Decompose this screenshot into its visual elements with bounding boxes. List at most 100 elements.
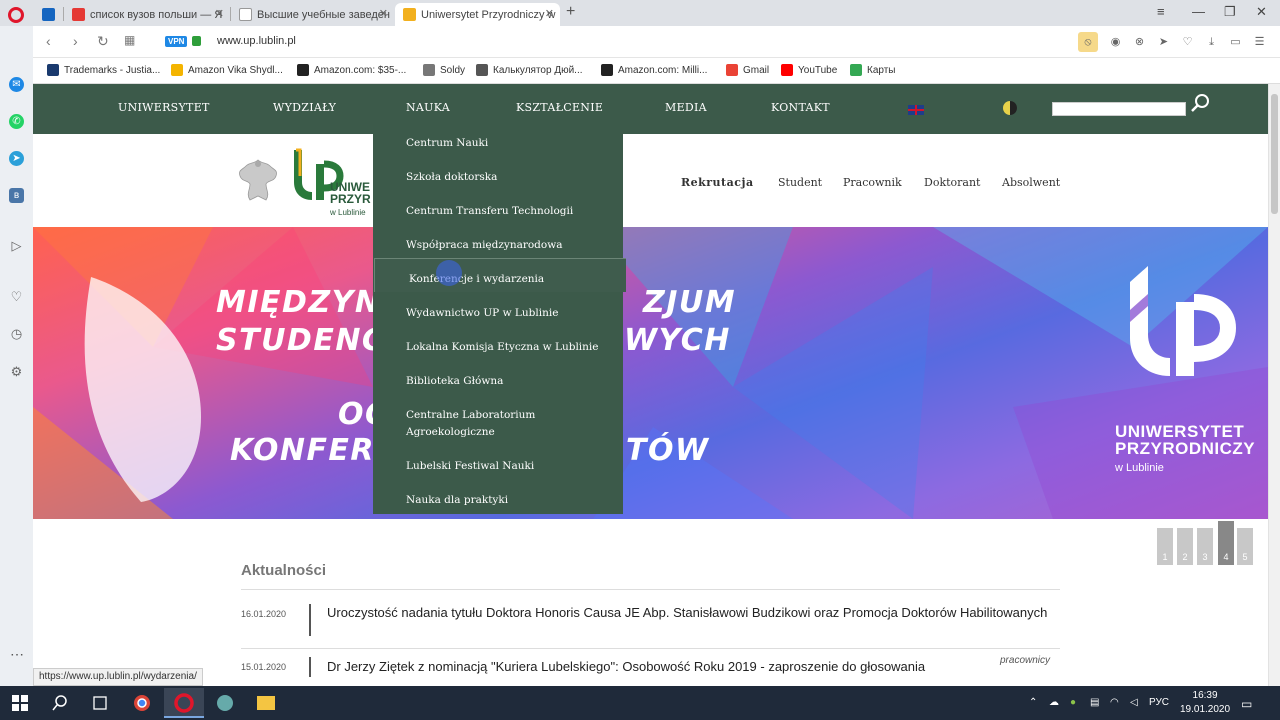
heart-icon[interactable]: ♡ — [1181, 36, 1194, 49]
bookmark-label: Amazon.com: $35-... — [314, 64, 407, 76]
browser-tab-yandex[interactable]: список вузов польши — Я ✕ — [64, 3, 230, 26]
reload-icon[interactable]: ↻ — [97, 33, 109, 50]
minimize-button[interactable]: — — [1192, 4, 1205, 19]
news-item-link[interactable]: Dr Jerzy Ziętek z nominacją "Kuriera Lub… — [327, 659, 997, 675]
telegram-icon[interactable]: ➤ — [9, 151, 24, 166]
forward-icon[interactable]: › — [73, 33, 78, 49]
nav-media[interactable]: MEDIA — [665, 101, 707, 114]
slider-page-3[interactable]: 3 — [1197, 528, 1213, 565]
header-link-absolwent[interactable]: Absolwent — [1002, 176, 1060, 189]
dropdown-item-szkola-doktorska[interactable]: Szkoła doktorska — [406, 169, 606, 186]
news-category-tag[interactable]: pracownicy — [1000, 655, 1050, 666]
taskbar-file-explorer[interactable] — [246, 688, 286, 718]
nav-ksztalcenie[interactable]: KSZTAŁCENIE — [516, 101, 603, 114]
tab-close-icon[interactable]: ✕ — [379, 7, 388, 20]
hero-banner[interactable]: MIĘDZYNA ZJUM STUDENCK WYCH OG KONFERE T… — [33, 227, 1268, 519]
tab-close-icon[interactable]: ✕ — [215, 7, 224, 20]
close-window-button[interactable]: ✕ — [1256, 4, 1267, 20]
tab-close-icon[interactable]: ✕ — [545, 7, 554, 20]
send-icon[interactable]: ➤ — [1157, 36, 1170, 49]
dropdown-item-komisja-etyczna[interactable]: Lokalna Komisja Etyczna w Lublinie — [406, 339, 606, 356]
messenger-icon[interactable]: ✉ — [9, 77, 24, 92]
nav-wydzialy[interactable]: WYDZIAŁY — [273, 101, 336, 114]
search-icon[interactable] — [1190, 93, 1210, 113]
english-flag-icon[interactable] — [908, 105, 924, 115]
dropdown-item-wydawnictwo[interactable]: Wydawnictwo UP w Lublinie — [406, 305, 606, 322]
menu-icon[interactable]: ☰ — [1253, 36, 1266, 49]
bookmark-item[interactable]: Gmail — [726, 64, 769, 76]
header-link-student[interactable]: Student — [778, 176, 822, 189]
dropdown-item-festiwal[interactable]: Lubelski Festiwal Nauki — [406, 458, 606, 475]
dropdown-item-biblioteka[interactable]: Biblioteka Główna — [406, 373, 606, 390]
vpn-badge[interactable]: VPN — [165, 36, 188, 47]
slider-page-4[interactable]: 4 — [1218, 521, 1234, 565]
bookmarks-icon[interactable]: ♡ — [9, 289, 24, 304]
tray-clock[interactable]: 16:39 19.01.2020 — [1180, 689, 1230, 717]
bookmark-item[interactable]: Карты — [850, 64, 896, 76]
tray-wifi-icon[interactable]: ◠ — [1110, 697, 1119, 708]
bookmark-item[interactable]: Amazon.com: $35-... — [297, 64, 406, 76]
bookmark-item[interactable]: Trademarks - Justia... — [47, 64, 160, 76]
search-icon[interactable] — [52, 695, 68, 711]
tray-language[interactable]: РУС — [1149, 697, 1169, 708]
dropdown-item-nauka-praktyki[interactable]: Nauka dla praktyki — [406, 492, 606, 509]
url-field[interactable]: www.up.lublin.pl — [217, 35, 296, 47]
university-website: UNIWERSYTET WYDZIAŁY NAUKA KSZTAŁCENIE M… — [33, 84, 1268, 686]
tray-network-icon[interactable]: ▤ — [1090, 697, 1099, 708]
dropdown-item-centrum-transferu[interactable]: Centrum Transferu Technologii — [406, 203, 606, 220]
flow-icon[interactable]: ▷ — [9, 238, 24, 253]
tray-app-icon[interactable]: ● — [1070, 697, 1076, 708]
taskbar-chrome[interactable] — [122, 688, 162, 718]
bookmark-item[interactable]: YouTube — [781, 64, 837, 76]
tray-onedrive-icon[interactable]: ☁ — [1049, 697, 1059, 708]
browser-tab-up-lublin[interactable]: Uniwersytet Przyrodniczy w ✕ — [395, 3, 560, 26]
dropdown-item-laboratorium[interactable]: Centralne Laboratorium Agroekologiczne — [406, 407, 556, 441]
sidebar-more-icon[interactable]: ⋯ — [10, 646, 24, 663]
notifications-icon[interactable]: ▭ — [1241, 697, 1252, 711]
battery-icon[interactable]: ▭ — [1229, 36, 1242, 49]
nav-nauka[interactable]: NAUKA — [406, 101, 450, 114]
download-icon[interactable]: ⤓ — [1205, 36, 1218, 49]
browser-tab-mail[interactable] — [34, 3, 62, 26]
windows-start-icon[interactable] — [12, 695, 28, 711]
settings-gear-icon[interactable]: ⚙ — [9, 364, 24, 379]
news-item-link[interactable]: Uroczystość nadania tytułu Doktora Honor… — [327, 605, 1060, 621]
header-link-pracownik[interactable]: Pracownik — [843, 176, 902, 189]
history-icon[interactable]: ◷ — [9, 326, 24, 341]
header-link-doktorant[interactable]: Doktorant — [924, 176, 980, 189]
tray-expand-icon[interactable]: ⌃ — [1029, 697, 1037, 708]
nav-uniwersytet[interactable]: UNIWERSYTET — [118, 101, 210, 114]
nav-kontakt[interactable]: KONTAKT — [771, 101, 830, 114]
contrast-toggle-icon[interactable] — [1003, 101, 1017, 115]
bookmark-item[interactable]: Amazon.com: Milli... — [601, 64, 707, 76]
bookmark-item[interactable]: Калькулятор Дюй... — [476, 64, 583, 76]
tray-volume-icon[interactable]: ◁ — [1130, 697, 1138, 708]
slider-page-1[interactable]: 1 — [1157, 528, 1173, 565]
task-view-icon[interactable] — [91, 696, 109, 710]
slider-page-5[interactable]: 5 — [1237, 528, 1253, 565]
dropdown-item-centrum-nauki[interactable]: Centrum Nauki — [406, 135, 606, 152]
bookmark-item[interactable]: Amazon Vika Shydl... — [171, 64, 283, 76]
tabs-grid-icon[interactable]: ▦ — [124, 33, 135, 47]
camera-icon[interactable]: ◉ — [1109, 36, 1122, 49]
tab-menu-icon[interactable]: ≡ — [1157, 4, 1165, 19]
page-scrollbar[interactable] — [1268, 84, 1280, 686]
shield-icon[interactable]: ⊗ — [1133, 36, 1146, 49]
slider-page-2[interactable]: 2 — [1177, 528, 1193, 565]
scrollbar-thumb[interactable] — [1271, 94, 1278, 214]
dropdown-item-wspolpraca[interactable]: Współpraca międzynarodowa — [406, 237, 606, 254]
new-tab-button[interactable]: + — [566, 3, 575, 21]
opera-menu-icon[interactable] — [8, 7, 24, 23]
browser-tab-wikipedia[interactable]: Высшие учебные заведен ✕ — [231, 3, 394, 26]
taskbar-opera[interactable] — [164, 688, 204, 718]
site-search-input[interactable] — [1052, 102, 1186, 116]
vk-icon[interactable]: в — [9, 188, 24, 203]
restore-button[interactable]: ❐ — [1224, 4, 1236, 20]
lock-icon[interactable] — [192, 36, 201, 46]
taskbar-app[interactable] — [205, 688, 245, 718]
adblock-icon[interactable]: ⦸ — [1078, 32, 1098, 52]
header-link-rekrutacja[interactable]: Rekrutacja — [681, 176, 754, 189]
whatsapp-icon[interactable]: ✆ — [9, 114, 24, 129]
back-icon[interactable]: ‹ — [46, 33, 51, 49]
bookmark-item[interactable]: Soldy — [423, 64, 465, 76]
